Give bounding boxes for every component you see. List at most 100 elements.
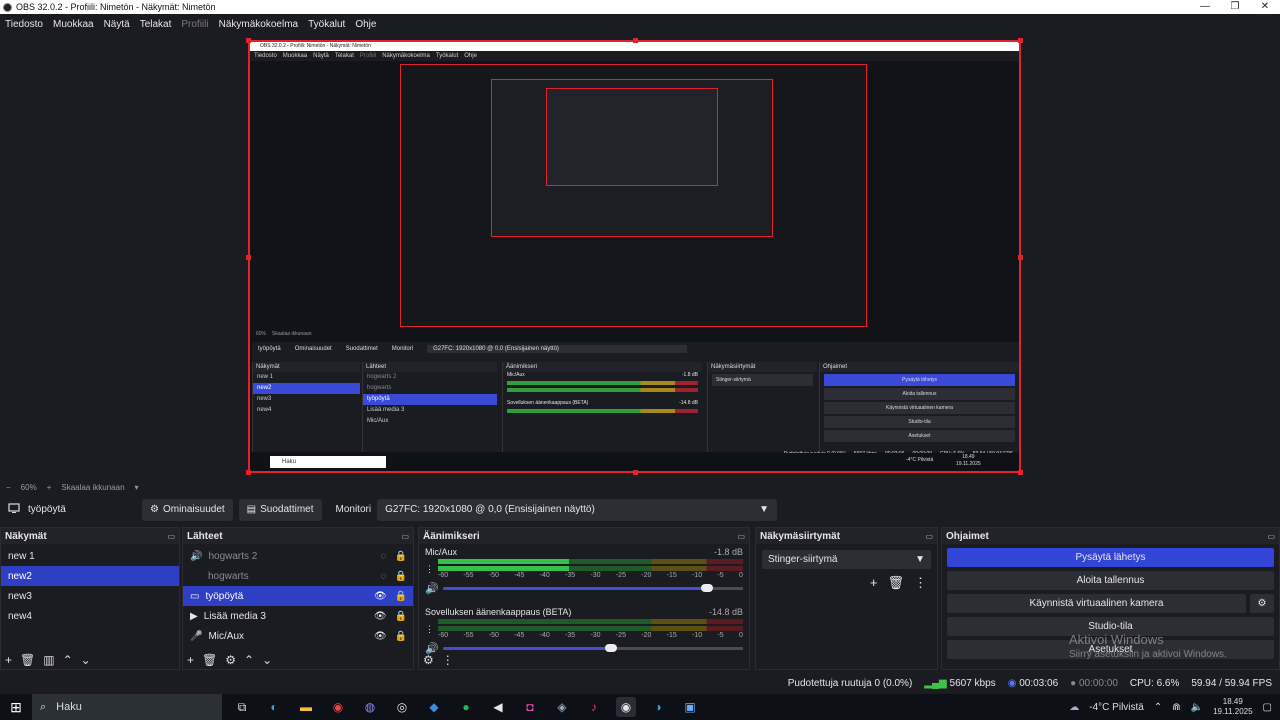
resize-handle[interactable] <box>246 255 251 260</box>
add-icon[interactable]: + <box>870 575 878 591</box>
task-view-icon[interactable]: ⧉ <box>232 697 252 717</box>
menu-scene-collection[interactable]: Näkymäkokoelma <box>219 19 298 30</box>
chevron-down-icon[interactable]: ▾ <box>135 483 139 492</box>
chevron-up-icon[interactable]: ⌃ <box>63 653 73 667</box>
menu-edit[interactable]: Muokkaa <box>53 19 94 30</box>
notification-icon[interactable]: ▢ <box>1263 702 1272 713</box>
instagram-icon[interactable]: ◘ <box>520 697 540 717</box>
filter-icon[interactable]: ▥ <box>43 653 54 667</box>
chevron-up-icon[interactable]: ⌃ <box>1154 702 1162 713</box>
menu-tools[interactable]: Työkalut <box>308 19 345 30</box>
add-icon[interactable]: + <box>5 653 12 667</box>
spotify-icon[interactable]: ● <box>456 697 476 717</box>
kebab-menu-icon[interactable]: ⋮ <box>425 564 434 575</box>
menu-docks[interactable]: Telakat <box>140 19 172 30</box>
lock-icon[interactable]: 🔒 <box>395 571 407 582</box>
preview-canvas[interactable]: OBS 32.0.2 - Profiili: Nimetön - Näkymät… <box>248 40 1021 473</box>
undock-icon[interactable]: ▭ <box>167 532 175 541</box>
capcut-icon[interactable]: ◀ <box>488 697 508 717</box>
stop-streaming-button[interactable]: Pysäytä lähetys <box>947 548 1274 567</box>
steam-icon[interactable]: ◈ <box>552 697 572 717</box>
maximize-button[interactable]: ❐ <box>1220 0 1250 14</box>
close-button[interactable]: ✕ <box>1250 0 1280 14</box>
gear-icon[interactable]: ⚙ <box>225 653 236 667</box>
kebab-menu-icon[interactable]: ⋮ <box>914 575 927 591</box>
scene-item[interactable]: new2 <box>1 566 179 586</box>
resize-handle[interactable] <box>246 38 251 43</box>
menu-help[interactable]: Ohje <box>355 19 376 30</box>
app-icon[interactable]: ◎ <box>392 697 412 717</box>
minimize-button[interactable]: — <box>1190 0 1220 14</box>
clock[interactable]: 18.49 19.11.2025 <box>1213 697 1252 717</box>
source-item[interactable]: ▭ työpöytä 👁 🔒 <box>183 586 413 606</box>
scene-item[interactable]: new3 <box>1 586 179 606</box>
chrome-icon[interactable]: ◉ <box>328 697 348 717</box>
start-virtual-camera-button[interactable]: Käynnistä virtuaalinen kamera <box>947 594 1246 613</box>
edge-icon[interactable]: ◑ <box>648 697 668 717</box>
virtual-camera-settings-button[interactable]: ⚙ <box>1250 594 1274 613</box>
volume-slider[interactable] <box>442 644 743 652</box>
file-explorer-icon[interactable]: ▬ <box>296 697 316 717</box>
zoom-out-button[interactable]: − <box>6 483 11 492</box>
slider-knob[interactable] <box>700 584 713 592</box>
chevron-down-icon[interactable]: ⌄ <box>81 653 91 667</box>
add-icon[interactable]: + <box>187 653 194 667</box>
edge-icon[interactable]: ◐ <box>264 697 284 717</box>
kebab-menu-icon[interactable]: ⋮ <box>442 653 454 667</box>
resize-handle[interactable] <box>246 470 251 475</box>
volume-slider[interactable] <box>442 584 743 592</box>
advanced-audio-icon[interactable]: ⚙ <box>423 653 434 667</box>
properties-button[interactable]: ⚙ Ominaisuudet <box>142 498 233 521</box>
app-icon[interactable]: ◆ <box>424 697 444 717</box>
eye-icon[interactable]: 👁 <box>374 591 387 602</box>
lock-icon[interactable]: 🔒 <box>395 611 407 622</box>
menu-file[interactable]: Tiedosto <box>5 19 43 30</box>
trash-icon[interactable]: 🗑 <box>20 653 35 667</box>
resize-handle[interactable] <box>633 470 638 475</box>
scale-to-window[interactable]: Skaalaa ikkunaan <box>61 483 124 492</box>
lock-icon[interactable]: 🔒 <box>395 591 407 602</box>
undock-icon[interactable]: ▭ <box>925 532 933 541</box>
weather-icon[interactable]: ☁ <box>1069 702 1079 713</box>
undock-icon[interactable]: ▭ <box>1267 532 1275 541</box>
eye-hidden-icon[interactable]: ◌ <box>381 551 387 562</box>
obs-icon[interactable]: ◉ <box>616 697 636 717</box>
slider-knob[interactable] <box>604 644 617 652</box>
lock-icon[interactable]: 🔒 <box>395 631 407 642</box>
eye-icon[interactable]: 👁 <box>374 611 387 622</box>
menu-view[interactable]: Näytä <box>104 19 130 30</box>
music-icon[interactable]: ♪ <box>584 697 604 717</box>
source-item[interactable]: 🎤 Mic/Aux 👁 🔒 <box>183 626 413 646</box>
taskbar-search[interactable]: ⌕ Haku <box>32 694 222 720</box>
speaker-icon[interactable]: 🔊 <box>425 582 439 595</box>
transition-select[interactable]: Stinger-siirtymä ▼ <box>762 550 931 569</box>
chevron-up-icon[interactable]: ⌃ <box>244 653 254 667</box>
discord-icon[interactable]: ◍ <box>360 697 380 717</box>
kebab-menu-icon[interactable]: ⋮ <box>425 624 434 635</box>
scene-item[interactable]: new 1 <box>1 546 179 566</box>
resize-handle[interactable] <box>1018 470 1023 475</box>
monitor-select[interactable]: G27FC: 1920x1080 @ 0,0 (Ensisijainen näy… <box>377 498 778 521</box>
weather[interactable]: -4°C Pilvistä <box>1089 702 1144 713</box>
app-icon[interactable]: ▣ <box>680 697 700 717</box>
lock-icon[interactable]: 🔒 <box>395 551 407 562</box>
trash-icon[interactable]: 🗑 <box>202 653 217 667</box>
eye-icon[interactable]: 👁 <box>374 631 387 642</box>
filters-button[interactable]: ▤ Suodattimet <box>238 498 322 521</box>
zoom-in-button[interactable]: + <box>47 483 52 492</box>
scene-item[interactable]: new4 <box>1 606 179 626</box>
start-recording-button[interactable]: Aloita tallennus <box>947 571 1274 590</box>
undock-icon[interactable]: ▭ <box>737 532 745 541</box>
wifi-icon[interactable]: ⋒ <box>1172 702 1180 713</box>
source-item[interactable]: ▶ Lisää media 3 👁 🔒 <box>183 606 413 626</box>
windows-start-icon[interactable]: ⊞ <box>0 699 32 716</box>
resize-handle[interactable] <box>1018 38 1023 43</box>
volume-icon[interactable]: 🔈 <box>1191 702 1203 713</box>
source-item[interactable]: hogwarts ◌ 🔒 <box>183 566 413 586</box>
eye-hidden-icon[interactable]: ◌ <box>381 571 387 582</box>
resize-handle[interactable] <box>633 38 638 43</box>
resize-handle[interactable] <box>1018 255 1023 260</box>
source-item[interactable]: 🔊 hogwarts 2 ◌ 🔒 <box>183 546 413 566</box>
trash-icon[interactable]: 🗑 <box>887 575 904 591</box>
undock-icon[interactable]: ▭ <box>401 532 409 541</box>
